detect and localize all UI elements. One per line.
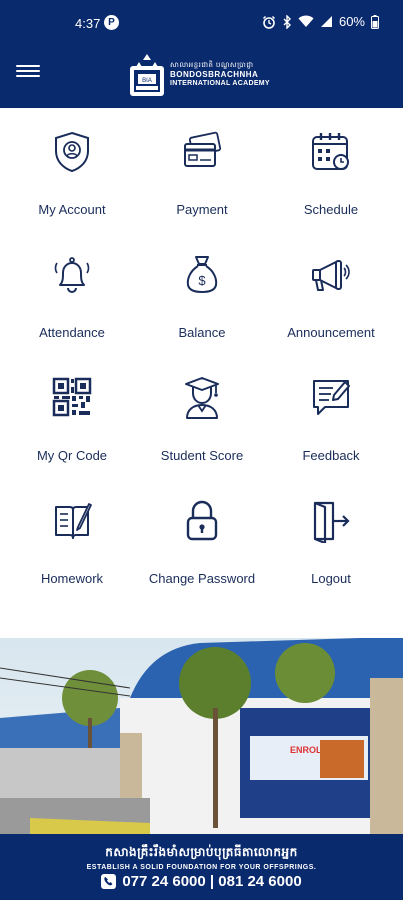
menu-item-schedule[interactable]: Schedule [264,108,398,231]
menu-item-homework[interactable]: Homework [5,477,139,600]
bell-icon [54,257,90,293]
banner-phone: 077 24 6000 | 081 24 6000 [0,873,403,890]
menu-item-change-password[interactable]: Change Password [135,477,269,600]
calendar-clock-icon [312,133,349,170]
app-header: 4:37 P 60% BIA សាលាអន្តរជាតិ បណ្ឌសប្រាជ្… [0,0,403,108]
logo-name: BONDOSBRACHNHA [170,70,259,79]
school-building-photo: ENROLL NOW [0,638,403,834]
logo-khmer-name: សាលាអន្តរជាតិ បណ្ឌសប្រាជ្ញា [170,62,254,69]
menu-item-feedback[interactable]: Feedback [264,354,398,477]
cell-signal-icon [320,16,332,27]
bluetooth-icon [283,14,291,29]
menu-item-attendance[interactable]: Attendance [5,231,139,354]
status-icons: 60% [262,14,379,29]
menu-grid: My Account Payment Schedule Attendance $… [0,108,403,638]
money-bag-icon: $ [186,256,218,294]
menu-item-label: Attendance [39,325,105,340]
banner-phone-numbers: 077 24 6000 | 081 24 6000 [122,873,302,890]
menu-item-payment[interactable]: Payment [135,108,269,231]
menu-item-my-account[interactable]: My Account [5,108,139,231]
shield-user-icon [55,131,89,173]
menu-item-label: Change Password [148,571,256,586]
menu-item-label: Feedback [302,448,360,463]
megaphone-icon [312,260,350,291]
menu-item-label: My Qr Code [36,448,108,463]
phone-icon [101,874,117,889]
notification-badge: P [104,15,119,30]
hamburger-menu-button[interactable] [16,62,40,82]
menu-item-label: Announcement [287,325,375,340]
menu-item-label: Student Score [160,448,244,463]
promo-banner[interactable]: ENROLL NOW កសាងគ្រឹះរឹងមាំសម្រាប់បុត្រធី… [0,638,403,900]
menu-item-label: Payment [176,202,228,217]
battery-percent: 60% [338,14,365,29]
hamburger-icon-line [16,75,40,77]
menu-item-announcement[interactable]: Announcement [264,231,398,354]
menu-item-label: Logout [311,571,351,586]
lock-icon [186,500,218,541]
school-crest-icon: BIA [130,54,164,96]
svg-text:$: $ [198,273,206,288]
credit-card-icon [184,131,222,167]
status-time: 4:37 [75,16,101,31]
menu-item-label: Schedule [303,202,359,217]
menu-item-my-qr-code[interactable]: My Qr Code [5,354,139,477]
banner-khmer-slogan: កសាងគ្រឹះរឹងមាំសម្រាប់បុត្រធីតាលោកអ្នក [105,845,298,859]
menu-item-student-score[interactable]: Student Score [135,354,269,477]
menu-item-balance[interactable]: $ Balance [135,231,269,354]
school-logo: BIA សាលាអន្តរជាតិ បណ្ឌសប្រាជ្ញា BONDOSBR… [128,52,278,98]
menu-item-label: Homework [40,571,104,586]
wifi-icon [298,15,314,27]
status-bar: 4:37 P 60% [0,0,403,46]
banner-footer: កសាងគ្រឹះរឹងមាំសម្រាប់បុត្រធីតាលោកអ្នក E… [0,834,403,900]
logo-subtitle: INTERNATIONAL ACADEMY [170,80,270,87]
hamburger-icon-line [16,70,40,72]
alarm-icon [262,15,275,29]
menu-item-logout[interactable]: Logout [264,477,398,600]
banner-tagline: ESTABLISH A SOLID FOUNDATION FOR YOUR OF… [86,864,317,871]
svg-text:BIA: BIA [142,78,152,84]
hamburger-icon-line [16,65,40,67]
battery-icon [371,14,379,29]
graduate-icon [185,377,219,419]
logout-icon [313,501,350,543]
qr-code-icon [52,377,92,417]
menu-item-label: My Account [38,202,106,217]
feedback-icon [313,380,350,415]
menu-item-label: Balance [178,325,226,340]
notebook-icon [55,503,92,539]
